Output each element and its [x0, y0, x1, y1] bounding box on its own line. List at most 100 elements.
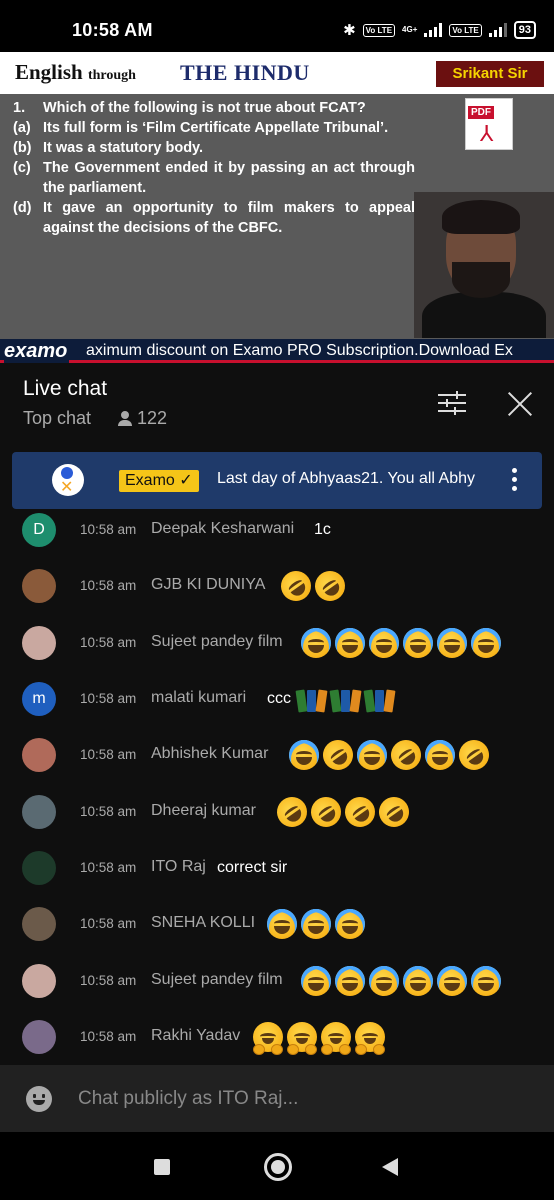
chat-message[interactable]: 10:58 am Sujeet pandey film: [0, 960, 554, 1000]
pinned-message[interactable]: Examo ✓ Last day of Abhyaas21. You all A…: [12, 452, 542, 509]
ticker-text: aximum discount on Examo PRO Subscriptio…: [86, 342, 513, 359]
joy-emoji-icon: [335, 628, 365, 658]
avatar[interactable]: D: [22, 513, 56, 547]
pdf-icon: PDF ⅄: [465, 98, 513, 150]
chat-message[interactable]: m 10:58 am malati kumari ccc: [0, 678, 554, 718]
option-d: (d) It gave an opportunity to film maker…: [13, 200, 415, 236]
joy-emoji-icon: [403, 628, 433, 658]
signal-icon: [424, 23, 443, 37]
avatar[interactable]: m: [22, 682, 56, 716]
network-type: 4G+: [402, 25, 418, 34]
chat-mode-dropdown[interactable]: Top chat: [23, 408, 91, 429]
message-time: 10:58 am: [80, 635, 137, 650]
hugging-emoji-icon: [253, 1022, 283, 1055]
question-stem: 1. Which of the following is not true ab…: [13, 100, 366, 116]
rofl-emoji-icon: [309, 565, 351, 607]
avatar[interactable]: [22, 738, 56, 772]
message-body: ccc: [267, 685, 399, 713]
chat-message[interactable]: 10:58 am SNEHA KOLLI: [0, 903, 554, 943]
joy-emoji-icon: [437, 966, 467, 996]
more-options-icon[interactable]: [510, 468, 518, 494]
rofl-emoji-icon: [373, 791, 415, 833]
joy-emoji-icon: [301, 909, 331, 939]
chat-title: Live chat: [23, 377, 108, 400]
option-a: (a) Its full form is ‘Film Certificate A…: [13, 120, 389, 136]
banner-english: English through: [15, 60, 136, 84]
message-text: ccc: [267, 690, 291, 707]
option-b: (b) It was a statutory body.: [13, 140, 204, 156]
emoji-icon[interactable]: [26, 1086, 52, 1112]
joy-emoji-icon: [369, 628, 399, 658]
message-author[interactable]: SNEHA KOLLI: [151, 914, 255, 932]
message-body: [301, 966, 505, 996]
rofl-emoji-icon: [385, 734, 427, 776]
message-time: 10:58 am: [80, 973, 137, 988]
video-banner: English through THE HINDU Srikant Sir: [0, 52, 554, 94]
viewer-count: 122: [118, 408, 167, 429]
status-bar: 10:58 AM ✱ Vo LTE 4G+ Vo LTE 93: [0, 0, 554, 52]
message-time: 10:58 am: [80, 916, 137, 931]
message-author[interactable]: ITO Raj: [151, 858, 206, 876]
joy-emoji-icon: [403, 966, 433, 996]
joy-emoji-icon: [471, 966, 501, 996]
chat-message[interactable]: 10:58 am Rakhi Yadav: [0, 1016, 554, 1056]
message-body: 1c: [314, 516, 337, 544]
chat-message[interactable]: 10:58 am Dheeraj kumar: [0, 791, 554, 833]
examo-logo: examo: [4, 340, 70, 363]
joy-emoji-icon: [369, 966, 399, 996]
news-ticker: examo aximum discount on Examo PRO Subsc…: [0, 339, 554, 363]
books-emoji-icon: [363, 686, 396, 713]
chat-message[interactable]: 10:58 am Sujeet pandey film: [0, 622, 554, 662]
chat-message[interactable]: 10:58 am ITO Raj correct sir: [0, 847, 554, 887]
joy-emoji-icon: [471, 628, 501, 658]
rofl-emoji-icon: [339, 791, 381, 833]
message-author[interactable]: GJB KI DUNIYA: [151, 576, 265, 594]
joy-emoji-icon: [267, 909, 297, 939]
avatar[interactable]: [22, 569, 56, 603]
message-author[interactable]: Abhishek Kumar: [151, 745, 268, 763]
message-author[interactable]: Rakhi Yadav: [151, 1027, 240, 1045]
video-player[interactable]: English through THE HINDU Srikant Sir 1.…: [0, 52, 554, 363]
pinned-text: Last day of Abhyaas21. You all Abhy: [217, 470, 475, 487]
joy-emoji-icon: [335, 966, 365, 996]
rofl-emoji-icon: [305, 791, 347, 833]
joy-emoji-icon: [357, 740, 387, 770]
message-body: [253, 1022, 389, 1055]
message-author[interactable]: malati kumari: [151, 689, 246, 707]
chat-message[interactable]: 10:58 am Abhishek Kumar: [0, 734, 554, 776]
message-author[interactable]: Deepak Kesharwani: [151, 520, 294, 538]
chat-messages[interactable]: D 10:58 am Deepak Kesharwani 1c 10:58 am GJB …: [0, 509, 554, 1065]
message-body: [301, 628, 505, 658]
chat-message[interactable]: 10:58 am GJB KI DUNIYA: [0, 565, 554, 607]
filter-icon[interactable]: [436, 389, 468, 417]
recents-icon[interactable]: [154, 1159, 170, 1175]
message-time: 10:58 am: [80, 691, 137, 706]
message-body: [267, 909, 369, 939]
message-body: [289, 734, 495, 776]
back-icon[interactable]: [382, 1158, 398, 1176]
hugging-emoji-icon: [321, 1022, 351, 1055]
joy-emoji-icon: [425, 740, 455, 770]
chat-message[interactable]: D 10:58 am Deepak Kesharwani 1c: [0, 509, 554, 549]
pinned-author-badge: Examo ✓: [119, 470, 199, 492]
avatar[interactable]: [22, 964, 56, 998]
message-author[interactable]: Sujeet pandey film: [151, 633, 283, 651]
home-icon[interactable]: [264, 1153, 292, 1181]
close-icon[interactable]: [506, 390, 534, 418]
avatar[interactable]: [22, 1020, 56, 1054]
message-time: 10:58 am: [80, 804, 137, 819]
joy-emoji-icon: [301, 966, 331, 996]
message-time: 10:58 am: [80, 1029, 137, 1044]
rofl-emoji-icon: [271, 791, 313, 833]
message-author[interactable]: Sujeet pandey film: [151, 971, 283, 989]
bluetooth-icon: ✱: [343, 22, 356, 39]
message-author[interactable]: Dheeraj kumar: [151, 802, 256, 820]
avatar[interactable]: [22, 795, 56, 829]
chat-input[interactable]: [78, 1083, 518, 1115]
rofl-emoji-icon: [275, 565, 317, 607]
avatar[interactable]: [22, 626, 56, 660]
avatar[interactable]: [22, 851, 56, 885]
message-body: [271, 791, 415, 833]
avatar[interactable]: [22, 907, 56, 941]
volte-icon: Vo LTE: [362, 23, 396, 37]
